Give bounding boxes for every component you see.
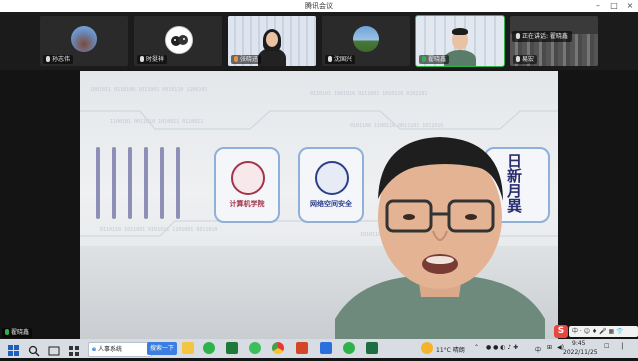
decor-stripe bbox=[160, 147, 164, 219]
speaker-name: 翟晓鑫 bbox=[11, 329, 30, 336]
tencent-meeting-icon[interactable] bbox=[320, 342, 332, 354]
college-logo-label: 计算机学院 bbox=[229, 200, 265, 208]
participant-name: 张晓迅 bbox=[240, 56, 259, 63]
avatar bbox=[353, 26, 379, 52]
participant-nameplate: 翟晓鑫 bbox=[419, 55, 450, 64]
person-face bbox=[266, 32, 278, 47]
avatar bbox=[71, 26, 97, 52]
participant-name: 时挺祥 bbox=[146, 56, 165, 63]
window-titlebar: 腾讯会议 – □ × bbox=[0, 0, 638, 12]
participant-nameplate: 沈国兴 bbox=[325, 55, 356, 64]
avatar bbox=[165, 26, 193, 54]
search-text: 人事系统 bbox=[98, 346, 123, 353]
search-icon[interactable] bbox=[28, 342, 40, 357]
task-view-icon[interactable] bbox=[48, 342, 60, 356]
participant-nameplate: 时挺祥 bbox=[137, 55, 168, 64]
network-icon[interactable]: ⊞ bbox=[547, 344, 552, 351]
excel-icon[interactable] bbox=[226, 342, 238, 354]
participant-tile[interactable]: 沈国兴 bbox=[322, 16, 410, 66]
speaking-indicator: 正在讲话: 翟晓鑫 bbox=[512, 31, 572, 42]
search-button[interactable]: 搜索一下 bbox=[147, 342, 178, 355]
sogou-ime-icon[interactable]: S bbox=[554, 325, 568, 338]
powerpoint-icon[interactable] bbox=[296, 342, 308, 354]
decor-stripe bbox=[112, 147, 116, 219]
ime-indicator[interactable]: 中 bbox=[535, 345, 541, 354]
chrome-icon[interactable] bbox=[272, 342, 284, 354]
participant-name: 翟晓鑫 bbox=[428, 56, 447, 63]
speaker-video bbox=[335, 137, 545, 339]
window-title: 腾讯会议 bbox=[305, 2, 333, 10]
mic-icon bbox=[234, 56, 238, 62]
college-emblem-icon bbox=[231, 161, 265, 195]
tray-app-icons[interactable]: ● ● ◐ ♪ ✚ bbox=[486, 344, 518, 351]
college-logo-panel: 计算机学院 bbox=[214, 147, 280, 223]
participant-tile[interactable]: 张晓迅 bbox=[228, 16, 316, 66]
weather-text[interactable]: 11°C 晴朗 bbox=[436, 345, 465, 354]
close-icon[interactable]: × bbox=[622, 0, 638, 12]
weather-icon[interactable] bbox=[421, 342, 433, 354]
participant-tile-active[interactable]: 翟晓鑫 bbox=[415, 15, 505, 67]
participant-nameplate: 孙志伟 bbox=[43, 55, 74, 64]
participant-nameplate: 张晓迅 bbox=[231, 55, 262, 64]
tray-chevron-icon[interactable]: ⌃ bbox=[474, 344, 479, 351]
decor-stripe bbox=[128, 147, 132, 219]
speaker-nameplate: 翟晓鑫 bbox=[2, 328, 33, 338]
svg-text:0110110 1011001 0101011 110100: 0110110 1011001 0101011 1101001 0011010 bbox=[100, 227, 217, 233]
taskbar-search-box[interactable]: e 人事系统 bbox=[88, 342, 152, 357]
file-explorer-icon[interactable] bbox=[182, 342, 194, 354]
svg-text:0110101 1001010 0111001 101011: 0110101 1001010 0111001 1010110 0101101 bbox=[310, 91, 427, 97]
taskbar: e 人事系统 搜索一下 11°C 晴朗 ⌃ ● ● ◐ ♪ ✚ 中 ⊞ ◀) 9… bbox=[0, 339, 638, 358]
mic-muted-icon bbox=[140, 56, 144, 62]
participant-tile[interactable]: 时挺祥 bbox=[134, 16, 222, 66]
participant-name: 孙志伟 bbox=[52, 56, 71, 63]
participant-tile[interactable]: 孙志伟 bbox=[40, 16, 128, 66]
show-desktop-icon[interactable]: ▏ bbox=[622, 343, 627, 350]
mic-muted-icon bbox=[516, 56, 520, 62]
mic-icon bbox=[422, 56, 426, 62]
minimize-icon[interactable]: – bbox=[590, 0, 606, 12]
clock-date[interactable]: 2022/11/25 bbox=[563, 349, 598, 356]
decor-stripe bbox=[176, 147, 180, 219]
excel-app-icon[interactable] bbox=[366, 342, 378, 354]
main-video-stage: 1001011 0110100 1011001 0010110 1100101 … bbox=[80, 71, 558, 339]
speaking-label: 正在讲话: 翟晓鑫 bbox=[522, 33, 568, 40]
svg-text:1100101 0011010 1010011 011001: 1100101 0011010 1010011 0110011 bbox=[110, 119, 203, 125]
browser-search-icon: e bbox=[92, 346, 97, 353]
wechat-work-icon[interactable] bbox=[343, 342, 355, 354]
mic-icon bbox=[5, 329, 9, 335]
decor-stripe bbox=[144, 147, 148, 219]
cat-icon bbox=[171, 35, 188, 46]
notification-icon[interactable]: ☐ bbox=[604, 343, 609, 350]
mic-muted-icon bbox=[46, 56, 50, 62]
maximize-icon[interactable]: □ bbox=[606, 0, 622, 12]
clock-time[interactable]: 9:45 bbox=[572, 340, 585, 347]
mic-icon bbox=[516, 33, 520, 39]
participant-name: 易宏 bbox=[522, 56, 535, 63]
ime-toolbar[interactable]: 中 · ☺ ♦ 🎤 ▦ 👕 bbox=[569, 326, 638, 337]
widgets-icon[interactable] bbox=[68, 342, 80, 356]
wechat-icon[interactable] bbox=[203, 342, 215, 354]
windows-start-icon[interactable] bbox=[8, 342, 20, 356]
participant-name: 沈国兴 bbox=[334, 56, 353, 63]
participant-nameplate: 易宏 bbox=[513, 55, 538, 64]
decor-stripe bbox=[96, 147, 100, 219]
svg-text:1001011 0110100 1011001 001011: 1001011 0110100 1011001 0010110 1100101 bbox=[90, 87, 207, 93]
green-app-icon[interactable] bbox=[249, 342, 261, 354]
person-hair bbox=[452, 28, 468, 35]
mic-muted-icon bbox=[328, 56, 332, 62]
